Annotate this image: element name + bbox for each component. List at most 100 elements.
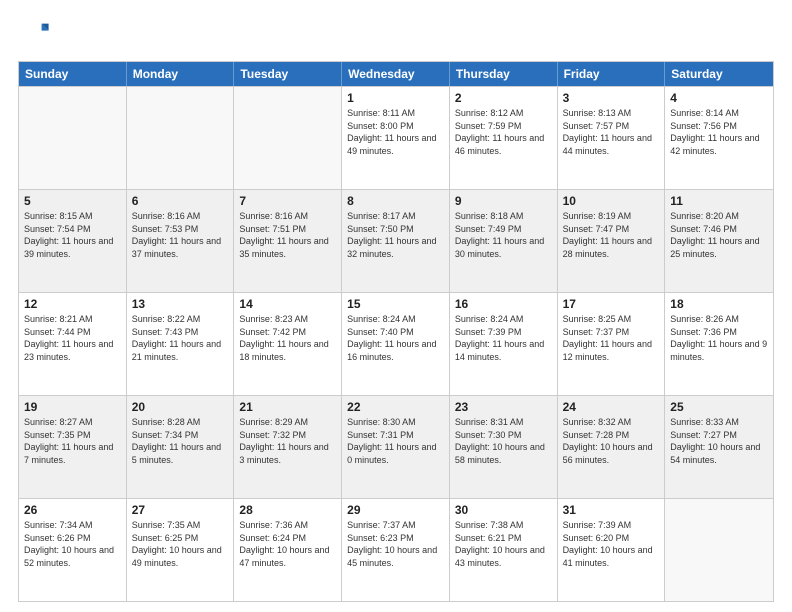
day-number: 6 bbox=[132, 194, 229, 208]
calendar-cell: 14 Sunrise: 8:23 AMSunset: 7:42 PMDayligh… bbox=[234, 293, 342, 395]
calendar-cell: 7 Sunrise: 8:16 AMSunset: 7:51 PMDaylight… bbox=[234, 190, 342, 292]
cell-info: Sunrise: 8:13 AMSunset: 7:57 PMDaylight:… bbox=[563, 107, 660, 157]
day-number: 28 bbox=[239, 503, 336, 517]
day-number: 2 bbox=[455, 91, 552, 105]
day-number: 29 bbox=[347, 503, 444, 517]
calendar-cell: 24Sunrise: 8:32 AMSunset: 7:28 PMDayligh… bbox=[558, 396, 666, 498]
cell-info: Sunrise: 8:24 AMSunset: 7:39 PMDaylight:… bbox=[455, 313, 552, 363]
calendar-cell: 4 Sunrise: 8:14 AMSunset: 7:56 PMDaylight… bbox=[665, 87, 773, 189]
day-number: 21 bbox=[239, 400, 336, 414]
cell-info: Sunrise: 8:27 AMSunset: 7:35 PMDaylight:… bbox=[24, 416, 121, 466]
calendar-cell: 20 Sunrise: 8:28 AMSunset: 7:34 PMDayligh… bbox=[127, 396, 235, 498]
calendar-row-3: 12 Sunrise: 8:21 AMSunset: 7:44 PMDayligh… bbox=[19, 292, 773, 395]
cell-info: Sunrise: 8:25 AMSunset: 7:37 PMDaylight:… bbox=[563, 313, 660, 363]
calendar-cell bbox=[127, 87, 235, 189]
calendar-cell: 25Sunrise: 8:33 AMSunset: 7:27 PMDayligh… bbox=[665, 396, 773, 498]
calendar-cell: 23 Sunrise: 8:31 AMSunset: 7:30 PMDayligh… bbox=[450, 396, 558, 498]
day-number: 14 bbox=[239, 297, 336, 311]
day-number: 7 bbox=[239, 194, 336, 208]
calendar-cell: 15 Sunrise: 8:24 AMSunset: 7:40 PMDayligh… bbox=[342, 293, 450, 395]
header bbox=[18, 18, 774, 51]
day-number: 15 bbox=[347, 297, 444, 311]
header-day-tuesday: Tuesday bbox=[234, 62, 342, 86]
cell-info: Sunrise: 7:36 AMSunset: 6:24 PMDaylight:… bbox=[239, 519, 336, 569]
day-number: 18 bbox=[670, 297, 768, 311]
cell-info: Sunrise: 7:38 AMSunset: 6:21 PMDaylight:… bbox=[455, 519, 552, 569]
day-number: 26 bbox=[24, 503, 121, 517]
calendar-row-5: 26 Sunrise: 7:34 AMSunset: 6:26 PMDayligh… bbox=[19, 498, 773, 601]
cell-info: Sunrise: 8:14 AMSunset: 7:56 PMDaylight:… bbox=[670, 107, 768, 157]
calendar-cell bbox=[665, 499, 773, 601]
day-number: 19 bbox=[24, 400, 121, 414]
calendar-cell: 17 Sunrise: 8:25 AMSunset: 7:37 PMDayligh… bbox=[558, 293, 666, 395]
header-day-friday: Friday bbox=[558, 62, 666, 86]
day-number: 9 bbox=[455, 194, 552, 208]
calendar: SundayMondayTuesdayWednesdayThursdayFrid… bbox=[18, 61, 774, 602]
header-day-monday: Monday bbox=[127, 62, 235, 86]
day-number: 4 bbox=[670, 91, 768, 105]
calendar-cell: 19 Sunrise: 8:27 AMSunset: 7:35 PMDayligh… bbox=[19, 396, 127, 498]
cell-info: Sunrise: 8:30 AMSunset: 7:31 PMDaylight:… bbox=[347, 416, 444, 466]
calendar-row-1: 1Sunrise: 8:11 AMSunset: 8:00 PMDaylight… bbox=[19, 86, 773, 189]
cell-info: Sunrise: 7:34 AMSunset: 6:26 PMDaylight:… bbox=[24, 519, 121, 569]
calendar-cell: 26 Sunrise: 7:34 AMSunset: 6:26 PMDayligh… bbox=[19, 499, 127, 601]
day-number: 27 bbox=[132, 503, 229, 517]
cell-info: Sunrise: 7:37 AMSunset: 6:23 PMDaylight:… bbox=[347, 519, 444, 569]
day-number: 13 bbox=[132, 297, 229, 311]
cell-info: Sunrise: 8:26 AMSunset: 7:36 PMDaylight:… bbox=[670, 313, 768, 363]
calendar-cell: 13 Sunrise: 8:22 AMSunset: 7:43 PMDayligh… bbox=[127, 293, 235, 395]
logo-icon bbox=[22, 18, 50, 46]
cell-info: Sunrise: 8:18 AMSunset: 7:49 PMDaylight:… bbox=[455, 210, 552, 260]
cell-info: Sunrise: 8:17 AMSunset: 7:50 PMDaylight:… bbox=[347, 210, 444, 260]
cell-info: Sunrise: 8:20 AMSunset: 7:46 PMDaylight:… bbox=[670, 210, 768, 260]
cell-info: Sunrise: 8:19 AMSunset: 7:47 PMDaylight:… bbox=[563, 210, 660, 260]
calendar-cell: 8 Sunrise: 8:17 AMSunset: 7:50 PMDaylight… bbox=[342, 190, 450, 292]
cell-info: Sunrise: 8:21 AMSunset: 7:44 PMDaylight:… bbox=[24, 313, 121, 363]
logo bbox=[18, 18, 50, 51]
cell-info: Sunrise: 7:35 AMSunset: 6:25 PMDaylight:… bbox=[132, 519, 229, 569]
cell-info: Sunrise: 8:31 AMSunset: 7:30 PMDaylight:… bbox=[455, 416, 552, 466]
day-number: 10 bbox=[563, 194, 660, 208]
day-number: 20 bbox=[132, 400, 229, 414]
day-number: 16 bbox=[455, 297, 552, 311]
calendar-cell: 29 Sunrise: 7:37 AMSunset: 6:23 PMDayligh… bbox=[342, 499, 450, 601]
calendar-cell: 27 Sunrise: 7:35 AMSunset: 6:25 PMDayligh… bbox=[127, 499, 235, 601]
cell-info: Sunrise: 8:22 AMSunset: 7:43 PMDaylight:… bbox=[132, 313, 229, 363]
cell-info: Sunrise: 8:28 AMSunset: 7:34 PMDaylight:… bbox=[132, 416, 229, 466]
calendar-body: 1Sunrise: 8:11 AMSunset: 8:00 PMDaylight… bbox=[19, 86, 773, 601]
calendar-cell: 12 Sunrise: 8:21 AMSunset: 7:44 PMDayligh… bbox=[19, 293, 127, 395]
page: SundayMondayTuesdayWednesdayThursdayFrid… bbox=[0, 0, 792, 612]
day-number: 25 bbox=[670, 400, 768, 414]
calendar-cell: 2Sunrise: 8:12 AMSunset: 7:59 PMDaylight… bbox=[450, 87, 558, 189]
header-day-thursday: Thursday bbox=[450, 62, 558, 86]
cell-info: Sunrise: 8:23 AMSunset: 7:42 PMDaylight:… bbox=[239, 313, 336, 363]
calendar-cell: 5Sunrise: 8:15 AMSunset: 7:54 PMDaylight… bbox=[19, 190, 127, 292]
day-number: 3 bbox=[563, 91, 660, 105]
calendar-cell: 16 Sunrise: 8:24 AMSunset: 7:39 PMDayligh… bbox=[450, 293, 558, 395]
calendar-cell: 9 Sunrise: 8:18 AMSunset: 7:49 PMDaylight… bbox=[450, 190, 558, 292]
calendar-cell: 18 Sunrise: 8:26 AMSunset: 7:36 PMDayligh… bbox=[665, 293, 773, 395]
header-day-sunday: Sunday bbox=[19, 62, 127, 86]
calendar-cell: 21 Sunrise: 8:29 AMSunset: 7:32 PMDayligh… bbox=[234, 396, 342, 498]
cell-info: Sunrise: 7:39 AMSunset: 6:20 PMDaylight:… bbox=[563, 519, 660, 569]
cell-info: Sunrise: 8:29 AMSunset: 7:32 PMDaylight:… bbox=[239, 416, 336, 466]
day-number: 30 bbox=[455, 503, 552, 517]
calendar-cell bbox=[234, 87, 342, 189]
calendar-cell: 28 Sunrise: 7:36 AMSunset: 6:24 PMDayligh… bbox=[234, 499, 342, 601]
cell-info: Sunrise: 8:16 AMSunset: 7:51 PMDaylight:… bbox=[239, 210, 336, 260]
header-day-saturday: Saturday bbox=[665, 62, 773, 86]
day-number: 12 bbox=[24, 297, 121, 311]
day-number: 11 bbox=[670, 194, 768, 208]
day-number: 17 bbox=[563, 297, 660, 311]
day-number: 23 bbox=[455, 400, 552, 414]
calendar-row-4: 19 Sunrise: 8:27 AMSunset: 7:35 PMDayligh… bbox=[19, 395, 773, 498]
day-number: 8 bbox=[347, 194, 444, 208]
calendar-header: SundayMondayTuesdayWednesdayThursdayFrid… bbox=[19, 62, 773, 86]
day-number: 5 bbox=[24, 194, 121, 208]
calendar-cell: 1Sunrise: 8:11 AMSunset: 8:00 PMDaylight… bbox=[342, 87, 450, 189]
cell-info: Sunrise: 8:24 AMSunset: 7:40 PMDaylight:… bbox=[347, 313, 444, 363]
calendar-row-2: 5Sunrise: 8:15 AMSunset: 7:54 PMDaylight… bbox=[19, 189, 773, 292]
calendar-cell: 31Sunrise: 7:39 AMSunset: 6:20 PMDayligh… bbox=[558, 499, 666, 601]
calendar-cell: 3 Sunrise: 8:13 AMSunset: 7:57 PMDaylight… bbox=[558, 87, 666, 189]
cell-info: Sunrise: 8:11 AMSunset: 8:00 PMDaylight:… bbox=[347, 107, 444, 157]
